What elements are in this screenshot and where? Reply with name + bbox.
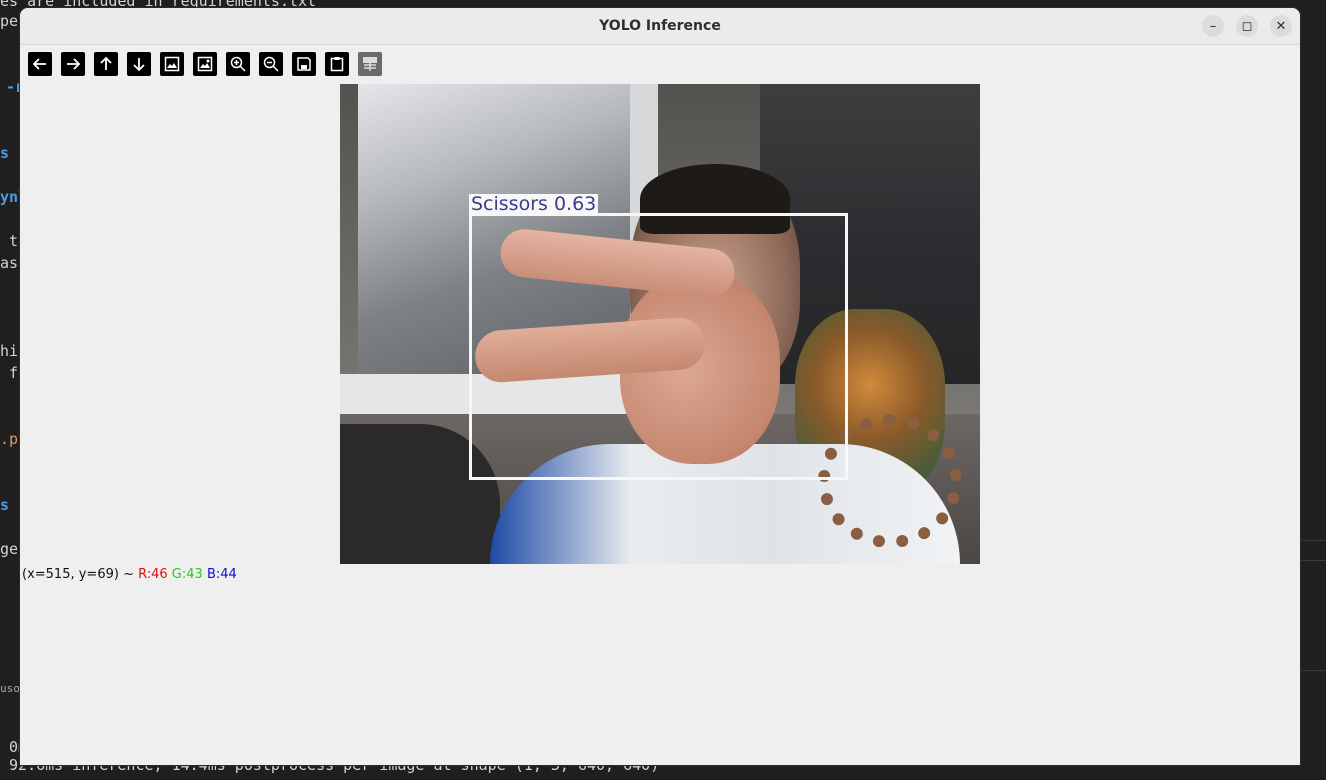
terminal-line: uso bbox=[0, 682, 20, 695]
save-button[interactable] bbox=[292, 52, 316, 76]
terminal-line: as bbox=[0, 254, 19, 272]
terminal-line: s bbox=[0, 496, 10, 514]
close-button[interactable]: ✕ bbox=[1270, 15, 1292, 37]
zoom-out-button[interactable] bbox=[259, 52, 283, 76]
back-button[interactable] bbox=[28, 52, 52, 76]
image-button[interactable] bbox=[160, 52, 184, 76]
pan-down-button[interactable] bbox=[127, 52, 151, 76]
pan-up-button[interactable] bbox=[94, 52, 118, 76]
image-icon bbox=[164, 56, 180, 72]
forward-button[interactable] bbox=[61, 52, 85, 76]
window-controls: – ◻ ✕ bbox=[1202, 15, 1292, 37]
title-bar[interactable]: YOLO Inference – ◻ ✕ bbox=[20, 8, 1300, 45]
toolbar bbox=[28, 52, 382, 76]
terminal-line: s bbox=[0, 144, 10, 162]
detection-label: Scissors 0.63 bbox=[469, 193, 599, 215]
detection-box bbox=[469, 213, 848, 480]
minimize-icon: – bbox=[1209, 18, 1217, 34]
divider bbox=[1300, 540, 1326, 541]
zoom-out-icon bbox=[263, 56, 279, 72]
cursor-coords: (x=515, y=69) ~ bbox=[22, 567, 139, 582]
image-fit-button[interactable] bbox=[193, 52, 217, 76]
image-fit-icon bbox=[197, 56, 213, 72]
save-icon bbox=[297, 57, 311, 71]
copy-button[interactable] bbox=[325, 52, 349, 76]
divider bbox=[1300, 560, 1326, 561]
minimize-button[interactable]: – bbox=[1202, 15, 1224, 37]
arrow-left-icon bbox=[32, 58, 46, 70]
terminal-line: ge bbox=[0, 540, 19, 558]
pixel-info-status: (x=515, y=69) ~ R:46 G:43 B:44 bbox=[22, 567, 237, 582]
blue-value: B:44 bbox=[206, 567, 237, 582]
zoom-in-icon bbox=[230, 56, 246, 72]
divider bbox=[1300, 670, 1326, 671]
arrow-right-icon bbox=[67, 58, 81, 70]
zoom-in-button[interactable] bbox=[226, 52, 250, 76]
properties-icon bbox=[363, 57, 377, 71]
arrow-down-icon bbox=[133, 58, 145, 72]
window-title: YOLO Inference bbox=[599, 18, 721, 34]
yolo-inference-window: YOLO Inference – ◻ ✕ Scissors 0.63 (x=51… bbox=[20, 8, 1300, 765]
clipboard-icon bbox=[330, 57, 344, 72]
maximize-icon: ◻ bbox=[1241, 18, 1253, 34]
inference-image[interactable]: Scissors 0.63 bbox=[340, 84, 980, 564]
properties-button[interactable] bbox=[358, 52, 382, 76]
close-icon: ✕ bbox=[1275, 18, 1287, 34]
maximize-button[interactable]: ◻ bbox=[1236, 15, 1258, 37]
arrow-up-icon bbox=[100, 56, 112, 70]
green-value: G:43 bbox=[171, 567, 203, 582]
red-value: R:46 bbox=[138, 567, 168, 582]
